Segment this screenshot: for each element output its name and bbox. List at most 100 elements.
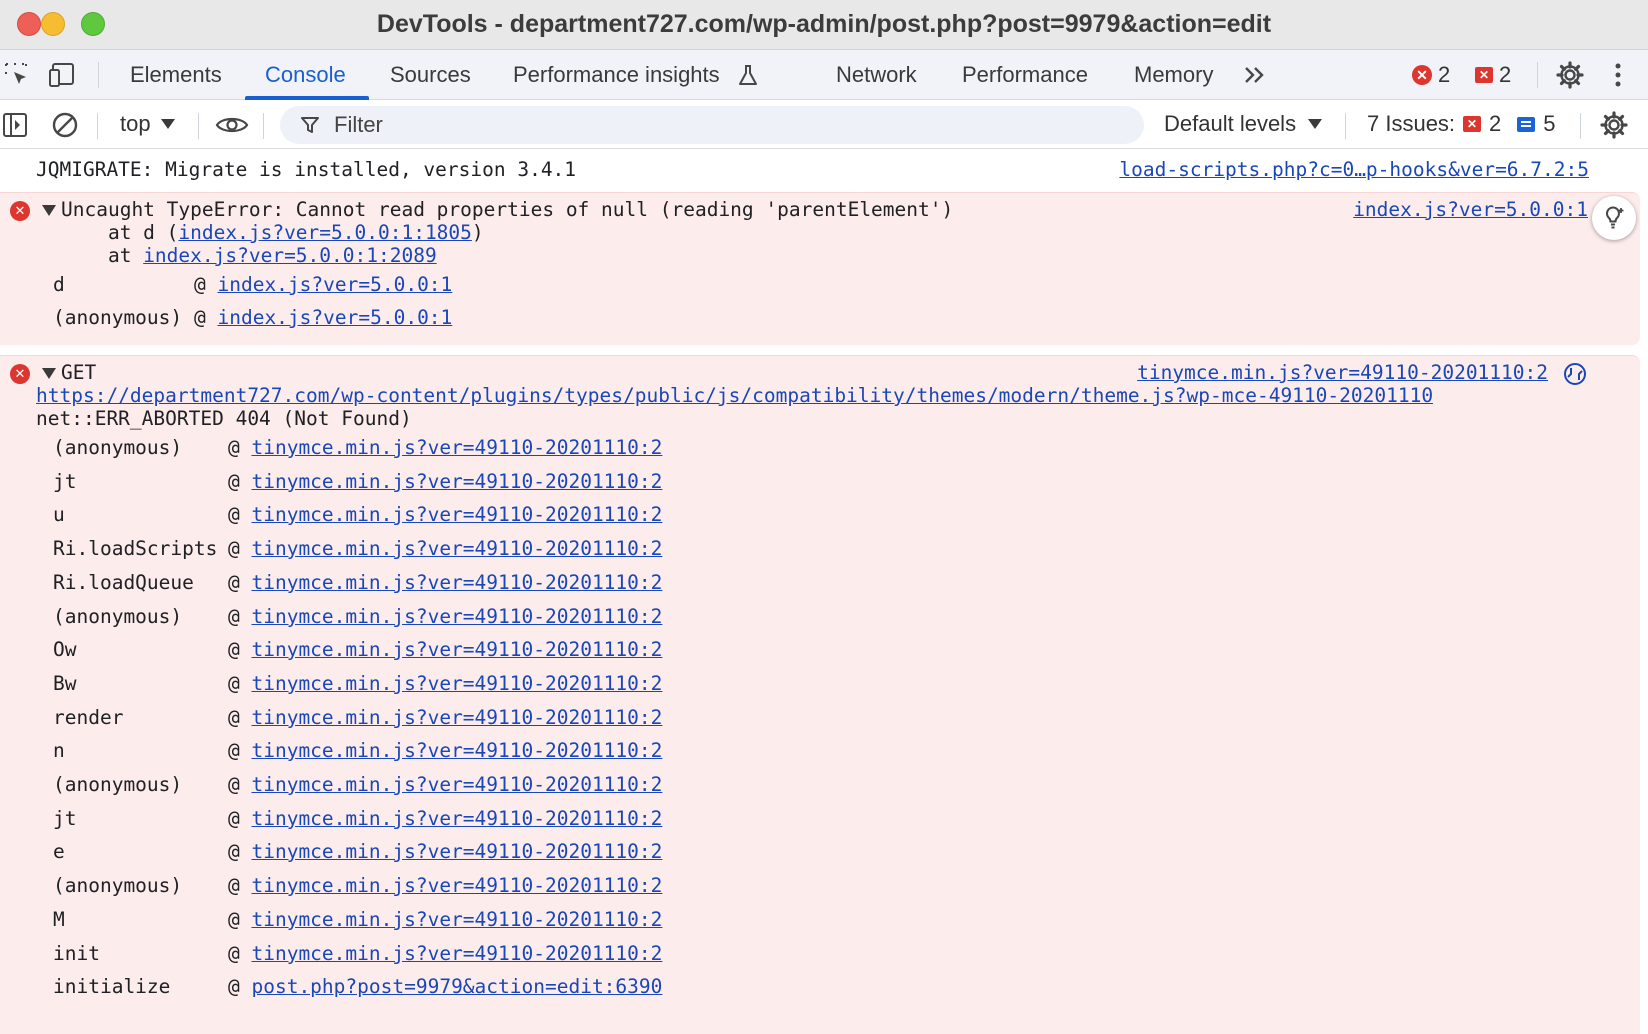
stack-frame-name: jt [53,807,77,830]
window-title: DevTools - department727.com/wp-admin/po… [376,10,1272,38]
divider [1345,113,1346,139]
active-tab-indicator [245,96,369,100]
log-levels-dropdown[interactable]: Default levels [1164,111,1323,137]
inspect-element-icon[interactable] [2,60,32,90]
stack-frame-link[interactable]: tinymce.min.js?ver=49110-20201110:2 [251,874,662,897]
stack-frame-link[interactable]: tinymce.min.js?ver=49110-20201110:2 [251,739,662,762]
device-toolbar-icon[interactable] [48,60,80,90]
console-settings-gear-icon[interactable] [1598,110,1630,140]
issue-count: 2 [1499,62,1512,87]
tab-memory[interactable]: Memory [1128,50,1219,100]
stack-frame: @ index.js?ver=5.0.0:1 [194,273,453,296]
request-url-link[interactable]: https://department727.com/wp-content/plu… [36,384,1433,407]
stack-frame: @ tinymce.min.js?ver=49110-20201110:2 [228,773,663,796]
issue-error-icon: ✕ [1463,116,1482,132]
tab-sources[interactable]: Sources [384,50,477,100]
stack-frame: @ tinymce.min.js?ver=49110-20201110:2 [228,706,663,729]
stack-frame: @ tinymce.min.js?ver=49110-20201110:2 [228,638,663,661]
stack-frame: @ tinymce.min.js?ver=49110-20201110:2 [228,537,663,560]
stack-frame: @ index.js?ver=5.0.0:1 [194,306,453,329]
issues-counter[interactable]: 7 Issues: ✕ 2 5 [1367,111,1556,137]
filter-field[interactable] [280,106,1144,144]
context-selector[interactable]: top [120,111,175,137]
stack-frame-link[interactable]: tinymce.min.js?ver=49110-20201110:2 [251,908,662,931]
stack-frame-link[interactable]: tinymce.min.js?ver=49110-20201110:2 [251,807,662,830]
expand-triangle-icon[interactable] [42,368,56,379]
sidebar-toggle-icon[interactable] [0,111,30,139]
tab-performance[interactable]: Performance [956,50,1094,100]
request-url: https://department727.com/wp-content/plu… [36,384,1433,407]
stack-line: at index.js?ver=5.0.0:1:2089 [61,244,437,267]
stack-frame-link[interactable]: tinymce.min.js?ver=49110-20201110:2 [251,942,662,965]
error-count: 2 [1438,62,1451,87]
divider [1580,113,1581,139]
stack-frame-name: (anonymous) [53,605,183,628]
request-status: net::ERR_ABORTED 404 (Not Found) [36,407,412,430]
settings-gear-icon[interactable] [1554,60,1586,90]
stack-frame: @ tinymce.min.js?ver=49110-20201110:2 [228,605,663,628]
live-expression-eye-icon[interactable] [214,111,250,139]
stack-frame-name: e [53,840,65,863]
stack-frame-name: (anonymous) [53,436,183,459]
tab-elements[interactable]: Elements [124,50,228,100]
stack-frame-link[interactable]: tinymce.min.js?ver=49110-20201110:2 [251,503,662,526]
stack-link[interactable]: index.js?ver=5.0.0:1:1805 [178,221,472,244]
stack-frame: @ tinymce.min.js?ver=49110-20201110:2 [228,436,663,459]
stack-frame-link[interactable]: tinymce.min.js?ver=49110-20201110:2 [251,470,662,493]
error-source-link[interactable]: index.js?ver=5.0.0:1 [1353,198,1588,221]
console-toolbar: top Default levels 7 Issues: ✕ 2 5 [0,101,1648,149]
context-label: top [120,111,151,136]
stack-link[interactable]: index.js?ver=5.0.0:1:2089 [143,244,437,267]
stack-frame: @ tinymce.min.js?ver=49110-20201110:2 [228,571,663,594]
stack-frame-link[interactable]: tinymce.min.js?ver=49110-20201110:2 [251,638,662,661]
issues-info-count: 5 [1543,111,1556,136]
network-globe-icon[interactable] [1563,362,1587,391]
stack-frame: @ tinymce.min.js?ver=49110-20201110:2 [228,470,663,493]
issue-icon: ✕ [1475,67,1493,83]
stack-suffix: ) [471,221,484,244]
filter-icon [300,115,320,135]
stack-frame-link[interactable]: tinymce.min.js?ver=49110-20201110:2 [251,537,662,560]
console-log-message: JQMIGRATE: Migrate is installed, version… [0,150,1648,192]
log-source-link[interactable]: load-scripts.php?c=0…p-hooks&ver=6.7.2:5 [1119,158,1589,181]
expand-triangle-icon[interactable] [42,205,56,216]
stack-frame-name: (anonymous) [53,773,183,796]
filter-input[interactable] [334,112,1034,138]
stack-frame-name: M [53,908,65,931]
stack-frame-link[interactable]: tinymce.min.js?ver=49110-20201110:2 [251,605,662,628]
stack-frame-link[interactable]: tinymce.min.js?ver=49110-20201110:2 [251,571,662,594]
chevron-down-icon [1308,119,1323,129]
divider [1537,62,1538,88]
stack-frame-link[interactable]: tinymce.min.js?ver=49110-20201110:2 [251,706,662,729]
error-message-text: Uncaught TypeError: Cannot read properti… [61,198,954,221]
tab-performance-insights[interactable]: Performance insights [507,50,726,100]
stack-frame-link[interactable]: tinymce.min.js?ver=49110-20201110:2 [251,840,662,863]
divider [263,113,264,139]
stack-frame-link[interactable]: tinymce.min.js?ver=49110-20201110:2 [251,436,662,459]
more-options-icon[interactable] [1608,60,1628,90]
error-counter[interactable]: ✕ 2 [1412,62,1450,88]
tab-network[interactable]: Network [830,50,923,100]
stack-frame-link[interactable]: index.js?ver=5.0.0:1 [217,273,452,296]
stack-frame-name: (anonymous) [53,874,183,897]
devtools-tab-bar: Elements Console Sources Performance ins… [0,50,1648,100]
stack-frame-name: render [53,706,124,729]
tab-console[interactable]: Console [259,50,352,100]
console-output[interactable]: JQMIGRATE: Migrate is installed, version… [0,150,1648,1034]
more-tabs-icon[interactable] [1240,62,1270,88]
stack-frame-name: initialize [53,975,171,998]
stack-frame-link[interactable]: index.js?ver=5.0.0:1 [217,306,452,329]
issue-counter[interactable]: ✕ 2 [1475,62,1511,88]
error-icon: ✕ [10,201,30,221]
stack-frame-link[interactable]: tinymce.min.js?ver=49110-20201110:2 [251,773,662,796]
stack-prefix: at d ( [61,221,179,244]
clear-console-icon[interactable] [50,111,80,139]
divider [98,62,99,88]
stack-frame: @ post.php?post=9979&action=edit:6390 [228,975,663,998]
error-icon: ✕ [1412,65,1432,85]
stack-frame-name: u [53,503,65,526]
stack-frame-link[interactable]: tinymce.min.js?ver=49110-20201110:2 [251,672,662,695]
error-source-link[interactable]: tinymce.min.js?ver=49110-20201110:2 [1137,361,1548,384]
stack-frame-link[interactable]: post.php?post=9979&action=edit:6390 [251,975,662,998]
insights-lightbulb-button[interactable] [1592,196,1636,240]
